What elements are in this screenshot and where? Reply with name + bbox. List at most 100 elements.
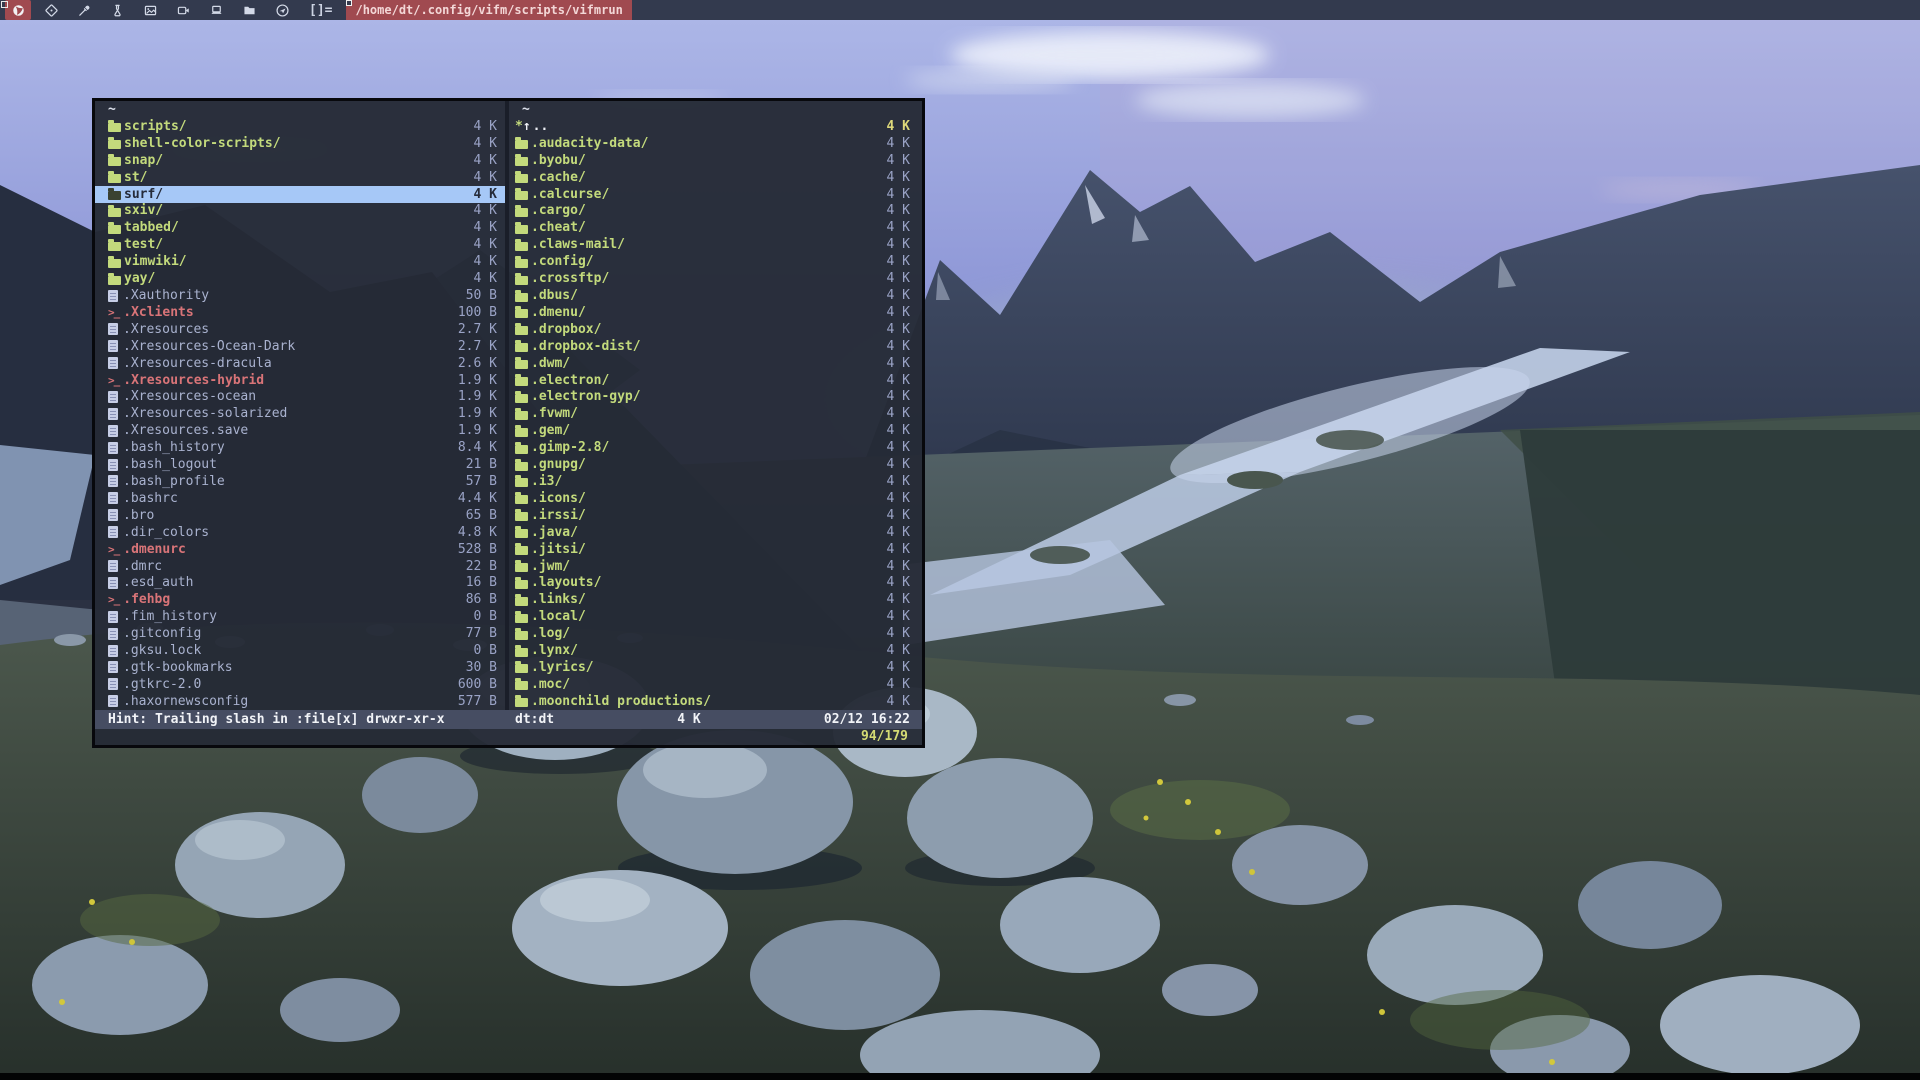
file-icon — [108, 492, 118, 504]
file-row[interactable]: st/4 K — [95, 169, 505, 186]
dropper-icon[interactable] — [68, 0, 101, 20]
file-row[interactable]: .i3/4 K — [509, 473, 922, 490]
file-row[interactable]: .esd_auth16 B — [95, 574, 505, 591]
file-row[interactable]: .dbus/4 K — [509, 287, 922, 304]
file-row[interactable]: .cheat/4 K — [509, 219, 922, 236]
file-row[interactable]: tabbed/4 K — [95, 219, 505, 236]
file-row[interactable]: snap/4 K — [95, 152, 505, 169]
file-row[interactable]: .log/4 K — [509, 625, 922, 642]
file-row[interactable]: .bash_history8.4 K — [95, 439, 505, 456]
file-row[interactable]: .audacity-data/4 K — [509, 135, 922, 152]
file-row[interactable]: sxiv/4 K — [95, 203, 505, 220]
file-row[interactable]: .dropbox/4 K — [509, 321, 922, 338]
file-row[interactable]: .fvwm/4 K — [509, 405, 922, 422]
file-row[interactable]: .icons/4 K — [509, 490, 922, 507]
file-row[interactable]: .java/4 K — [509, 524, 922, 541]
folder-icon — [515, 698, 528, 707]
file-row[interactable]: .haxornewsconfig577 B — [95, 693, 505, 710]
status-bar: Hint: Trailing slash in :file[x] drwxr-x… — [95, 710, 922, 729]
file-row[interactable]: .irssi/4 K — [509, 507, 922, 524]
file-name: tabbed/ — [124, 220, 179, 235]
file-icon — [108, 678, 118, 690]
file-name: .dmenu/ — [531, 305, 586, 320]
file-row[interactable]: .gksu.lock0 B — [95, 642, 505, 659]
file-row[interactable]: shell-color-scripts/4 K — [95, 135, 505, 152]
file-size: 57 B — [460, 474, 497, 489]
file-row[interactable]: .moc/4 K — [509, 676, 922, 693]
file-row[interactable]: .Xresources-dracula2.6 K — [95, 355, 505, 372]
file-row[interactable]: .dwm/4 K — [509, 355, 922, 372]
file-row[interactable]: .gimp-2.8/4 K — [509, 439, 922, 456]
file-row[interactable]: .bash_logout21 B — [95, 456, 505, 473]
folder-icon — [515, 293, 528, 302]
sender-icon[interactable] — [266, 0, 299, 20]
file-row[interactable]: .electron-gyp/4 K — [509, 389, 922, 406]
file-row[interactable]: .lynx/4 K — [509, 642, 922, 659]
file-row[interactable]: .Xresources.save1.9 K — [95, 422, 505, 439]
file-row[interactable]: .bash_profile57 B — [95, 473, 505, 490]
file-icon — [108, 425, 118, 437]
file-row[interactable]: .claws-mail/4 K — [509, 236, 922, 253]
file-row[interactable]: .gitconfig77 B — [95, 625, 505, 642]
file-row[interactable]: .moonchild productions/4 K — [509, 693, 922, 710]
file-row[interactable]: .config/4 K — [509, 253, 922, 270]
file-row[interactable]: .local/4 K — [509, 608, 922, 625]
file-row[interactable]: .Xresources2.7 K — [95, 321, 505, 338]
file-row[interactable]: vimwiki/4 K — [95, 253, 505, 270]
file-row[interactable]: .dmrc22 B — [95, 558, 505, 575]
file-row[interactable]: .gtkrc-2.0600 B — [95, 676, 505, 693]
file-size: 4 K — [881, 203, 910, 218]
file-row[interactable]: test/4 K — [95, 236, 505, 253]
file-row[interactable]: .gtk-bookmarks30 B — [95, 659, 505, 676]
file-row[interactable]: >_.dmenurc528 B — [95, 541, 505, 558]
window-title-path[interactable]: /home/dt/.config/vifm/scripts/vifmrun — [346, 0, 631, 20]
folder-icon[interactable] — [233, 0, 266, 20]
file-row[interactable]: .jwm/4 K — [509, 558, 922, 575]
file-row[interactable]: .Xauthority50 B — [95, 287, 505, 304]
file-row[interactable]: *↑..4 K — [509, 118, 922, 135]
file-row[interactable]: >_.Xresources-hybrid1.9 K — [95, 372, 505, 389]
file-row[interactable]: .dropbox-dist/4 K — [509, 338, 922, 355]
file-row[interactable]: >_.Xclients100 B — [95, 304, 505, 321]
file-row[interactable]: .electron/4 K — [509, 372, 922, 389]
file-row[interactable]: .links/4 K — [509, 591, 922, 608]
folder-icon — [108, 208, 121, 217]
file-size: 4 K — [468, 220, 497, 235]
file-row[interactable]: .cargo/4 K — [509, 203, 922, 220]
flask-icon[interactable] — [101, 0, 134, 20]
browser-icon[interactable] — [5, 0, 31, 20]
image-icon[interactable] — [134, 0, 167, 20]
file-row[interactable]: .byobu/4 K — [509, 152, 922, 169]
file-row[interactable]: surf/4 K — [95, 186, 505, 203]
camera-icon[interactable] — [167, 0, 200, 20]
terminal-exec-icon: >_ — [108, 306, 119, 319]
file-size: 4 K — [468, 271, 497, 286]
file-size: 4 K — [881, 491, 910, 506]
file-row[interactable]: .gem/4 K — [509, 422, 922, 439]
file-row[interactable]: .lyrics/4 K — [509, 659, 922, 676]
file-row[interactable]: .Xresources-Ocean-Dark2.7 K — [95, 338, 505, 355]
laptop-icon[interactable] — [200, 0, 233, 20]
file-row[interactable]: .calcurse/4 K — [509, 186, 922, 203]
file-row[interactable]: .dmenu/4 K — [509, 304, 922, 321]
file-row[interactable]: .fim_history0 B — [95, 608, 505, 625]
package-icon[interactable] — [35, 0, 68, 20]
file-row[interactable]: .bro65 B — [95, 507, 505, 524]
file-row[interactable]: .Xresources-solarized1.9 K — [95, 405, 505, 422]
file-size: 4 K — [881, 592, 910, 607]
file-row[interactable]: .bashrc4.4 K — [95, 490, 505, 507]
folder-icon — [515, 478, 528, 487]
file-size: 4 K — [468, 237, 497, 252]
file-row[interactable]: .dir_colors4.8 K — [95, 524, 505, 541]
file-row[interactable]: .jitsi/4 K — [509, 541, 922, 558]
file-row[interactable]: .cache/4 K — [509, 169, 922, 186]
file-name: .Xresources.save — [123, 423, 248, 438]
file-row[interactable]: >_.fehbg86 B — [95, 591, 505, 608]
file-row[interactable]: .crossftp/4 K — [509, 270, 922, 287]
file-name: .gitconfig — [123, 626, 201, 641]
file-row[interactable]: .gnupg/4 K — [509, 456, 922, 473]
file-row[interactable]: scripts/4 K — [95, 118, 505, 135]
file-row[interactable]: .Xresources-ocean1.9 K — [95, 389, 505, 406]
file-row[interactable]: .layouts/4 K — [509, 574, 922, 591]
file-row[interactable]: yay/4 K — [95, 270, 505, 287]
